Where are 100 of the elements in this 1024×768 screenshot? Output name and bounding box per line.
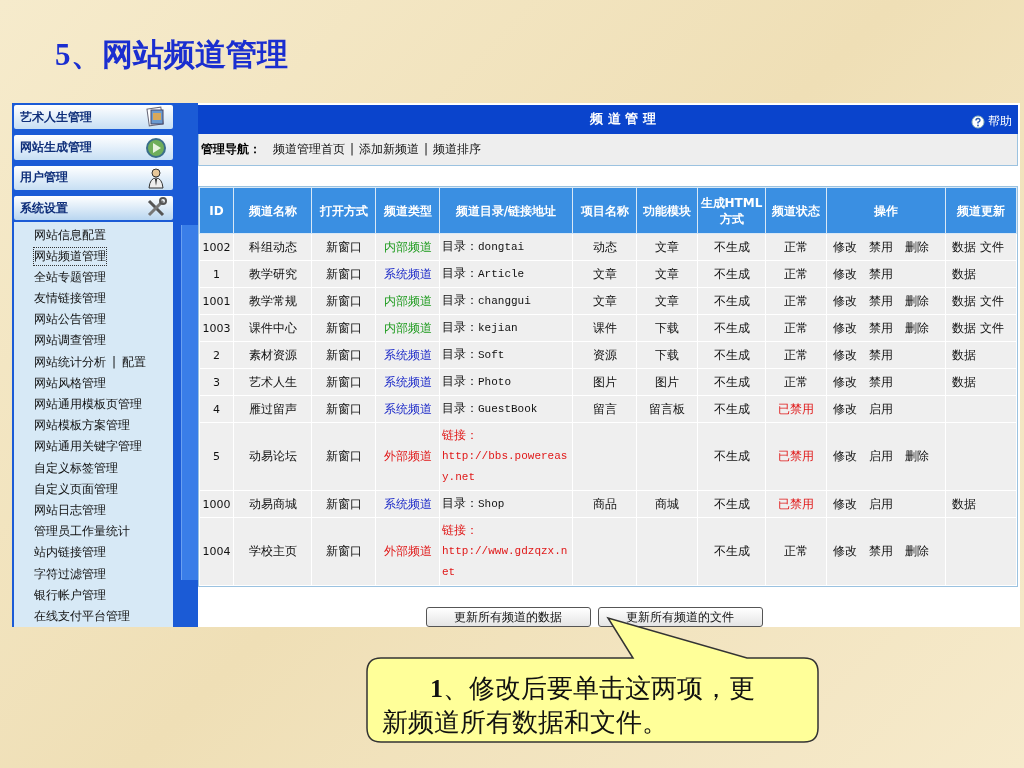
table-cell: 内部频道 <box>375 314 440 342</box>
action-link[interactable]: 禁用 <box>869 374 893 389</box>
update-link[interactable]: 数据 <box>952 347 976 362</box>
action-link[interactable]: 修改 <box>833 544 857 558</box>
nav-link[interactable]: 添加新频道 <box>359 140 420 158</box>
table-cell: 不生成 <box>697 314 766 342</box>
table-cell: 目录：changgui <box>439 287 573 315</box>
update-link[interactable]: 数据 <box>952 266 976 281</box>
table-cell: 链接： http://www.gdzqzx.net <box>439 517 573 586</box>
table-cell: 新窗口 <box>311 233 376 261</box>
sidebar-item[interactable]: 字符过滤管理 <box>34 565 106 583</box>
sidebar-item[interactable]: 网站频道管理 <box>34 247 106 265</box>
action-link[interactable]: 修改 <box>833 293 857 308</box>
sidebar-item[interactable]: 网站公告管理 <box>34 311 106 329</box>
table-cell: 系统频道 <box>375 490 440 518</box>
action-link[interactable]: 修改 <box>833 266 857 281</box>
sidebar-item[interactable]: 站内链接管理 <box>34 544 106 562</box>
action-link[interactable]: 禁用 <box>869 239 893 254</box>
update-link[interactable]: 数据 <box>952 374 976 389</box>
separator: | <box>424 142 429 157</box>
sidebar-item[interactable]: 银行帐户管理 <box>34 586 106 604</box>
sidebar-item[interactable]: 自定义页面管理 <box>34 480 118 498</box>
sidebar-link[interactable]: 配置 <box>122 353 147 371</box>
column-header: 频道类型 <box>375 187 440 234</box>
update-button[interactable]: 更新所有频道的数据 <box>425 607 591 627</box>
table-cell: 课件中心 <box>233 314 312 342</box>
table-cell: 1003 <box>199 314 234 342</box>
sidebar-section[interactable]: 用户管理 <box>14 165 173 191</box>
table-cell: 留言 <box>572 395 637 423</box>
sidebar-item[interactable]: 网站调查管理 <box>34 332 106 350</box>
action-link[interactable]: 删除 <box>905 544 929 558</box>
table-cell: 链接： http://bbs.powereasy.net <box>439 422 573 491</box>
action-link[interactable]: 禁用 <box>869 544 893 558</box>
sidebar-item[interactable]: 管理员工作量统计 <box>34 523 130 541</box>
column-header: 生成HTML方式 <box>697 187 766 234</box>
sidebar-item[interactable]: 网站风格管理 <box>34 374 106 392</box>
sidebar-item[interactable]: 全站专题管理 <box>34 268 106 286</box>
table-cell: 新窗口 <box>311 395 376 423</box>
table-cell: 内部频道 <box>375 233 440 261</box>
sidebar-item[interactable]: 网站通用模板页管理 <box>34 396 142 414</box>
column-header: ID <box>199 187 234 234</box>
table-cell: 系统频道 <box>375 260 440 288</box>
table-cell: 不生成 <box>697 287 766 315</box>
action-link[interactable]: 删除 <box>905 320 929 335</box>
table-cell: 课件 <box>572 314 637 342</box>
action-link[interactable]: 禁用 <box>869 320 893 335</box>
table-cell: 资源 <box>572 341 637 369</box>
scrollbar[interactable] <box>180 225 198 580</box>
play-button-icon <box>144 136 167 159</box>
action-link[interactable]: 删除 <box>905 293 929 308</box>
sidebar-section[interactable]: 网站生成管理 <box>14 135 173 160</box>
sidebar-item[interactable]: 网站信息配置 <box>34 226 106 244</box>
sidebar-item[interactable]: 网站通用关键字管理 <box>34 438 142 456</box>
table-cell: 目录：Article <box>439 260 573 288</box>
column-header: 项目名称 <box>572 187 637 234</box>
column-header: 频道更新 <box>945 187 1017 234</box>
picture-icon <box>144 106 167 129</box>
sidebar-item[interactable]: 在线支付平台管理 <box>34 607 130 625</box>
nav-link[interactable]: 频道排序 <box>433 140 482 158</box>
sidebar-item[interactable]: 友情链接管理 <box>34 290 106 308</box>
action-link[interactable]: 修改 <box>833 374 857 389</box>
update-button[interactable]: 更新所有频道的文件 <box>597 607 763 627</box>
callout-text: 1、修改后要单击这两项，更新频道所有数据和文件。 <box>382 673 756 739</box>
update-link[interactable]: 文件 <box>980 293 1004 308</box>
table-cell: 科组动态 <box>233 233 312 261</box>
table-cell: 正常 <box>765 517 827 586</box>
table-cell: 系统频道 <box>375 395 440 423</box>
help-icon <box>971 114 985 129</box>
table-cell: 不生成 <box>697 422 766 491</box>
table-cell: 新窗口 <box>311 314 376 342</box>
update-link[interactable]: 文件 <box>980 239 1004 254</box>
update-link[interactable]: 数据 <box>952 239 976 254</box>
table-cell: 图片 <box>572 368 637 396</box>
update-link[interactable]: 文件 <box>980 320 1004 335</box>
sidebar-item[interactable]: 网站统计分析 <box>34 353 106 371</box>
action-link[interactable]: 禁用 <box>869 347 893 362</box>
nav-label: 管理导航： <box>201 140 261 158</box>
action-link[interactable]: 禁用 <box>869 266 893 281</box>
table-cell: 动易论坛 <box>233 422 312 491</box>
update-link[interactable]: 数据 <box>952 293 976 308</box>
help-link[interactable]: 帮助 <box>971 113 1012 130</box>
nav-link[interactable]: 频道管理首页 <box>273 140 345 158</box>
action-link[interactable]: 删除 <box>905 239 929 254</box>
sidebar-item[interactable]: 网站模板方案管理 <box>34 417 130 435</box>
table-cell: 1004 <box>199 517 234 586</box>
action-link[interactable]: 修改 <box>833 347 857 362</box>
table-cell: 新窗口 <box>311 490 376 518</box>
table-cell: 1000 <box>199 490 234 518</box>
sidebar-item[interactable]: 网站日志管理 <box>34 501 106 519</box>
column-header: 操作 <box>826 187 946 234</box>
sidebar-item[interactable]: 自定义标签管理 <box>34 459 118 477</box>
action-link[interactable]: 修改 <box>833 239 857 254</box>
action-link[interactable]: 禁用 <box>869 293 893 308</box>
sidebar-section[interactable]: 系统设置 <box>14 196 173 221</box>
table-cell: 雁过留声 <box>233 395 312 423</box>
table-cell: 目录：kejian <box>439 314 573 342</box>
table-cell: 外部频道 <box>375 517 440 586</box>
action-link[interactable]: 修改 <box>833 320 857 335</box>
sidebar-section[interactable]: 艺术人生管理 <box>14 105 173 130</box>
update-link[interactable]: 数据 <box>952 320 976 335</box>
